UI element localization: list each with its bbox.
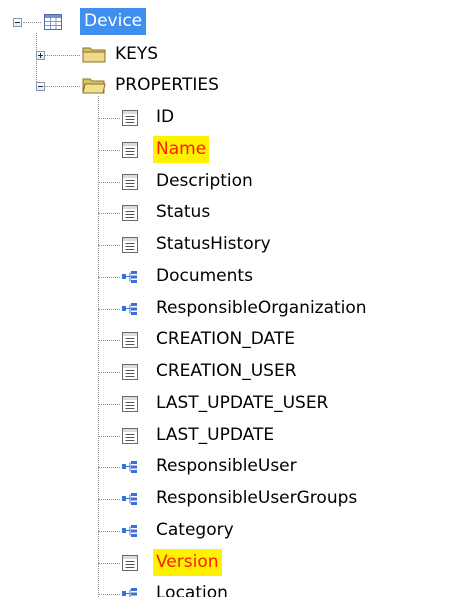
- relation-icon: [122, 271, 137, 283]
- attribute-icon: [122, 110, 138, 126]
- attribute-icon: [122, 364, 138, 380]
- tree-node-responsibleorganization[interactable]: ResponsibleOrganization: [153, 295, 370, 322]
- tree-node-last-update-user[interactable]: LAST_UPDATE_USER: [153, 390, 331, 417]
- tree-line: [98, 213, 120, 214]
- attribute-icon: [122, 205, 138, 221]
- relation-icon: [122, 588, 137, 597]
- tree-node-id[interactable]: ID: [153, 104, 177, 131]
- tree-line: [98, 563, 120, 564]
- tree-node-creation-user[interactable]: CREATION_USER: [153, 358, 300, 385]
- tree-line: [41, 55, 80, 56]
- tree-line: [98, 499, 120, 500]
- relation-icon: [122, 461, 137, 473]
- relation-icon: [122, 493, 137, 505]
- attribute-icon: [122, 428, 138, 444]
- tree-line: [98, 340, 120, 341]
- tree-node-device[interactable]: Device: [80, 8, 147, 35]
- tree-node-status[interactable]: Status: [153, 199, 213, 226]
- tree-line: [98, 309, 120, 310]
- attribute-icon: [122, 174, 138, 190]
- object-tree: Device KEYS PROPERTIES ID Name Descripti…: [0, 0, 462, 597]
- tree-node-properties[interactable]: PROPERTIES: [112, 72, 222, 99]
- attribute-icon: [122, 555, 138, 571]
- tree-node-last-update[interactable]: LAST_UPDATE: [153, 422, 277, 449]
- tree-line: [98, 404, 120, 405]
- tree-line: [98, 531, 120, 532]
- folder-icon: [82, 47, 106, 63]
- attribute-icon: [122, 237, 138, 253]
- tree-line: [23, 22, 41, 23]
- tree-line: [98, 118, 120, 119]
- relation-icon: [122, 303, 137, 315]
- collapse-toggle-device[interactable]: [13, 18, 22, 27]
- expand-toggle-keys[interactable]: [36, 51, 45, 60]
- attribute-icon: [122, 332, 138, 348]
- tree-node-version[interactable]: Version: [153, 549, 222, 576]
- tree-line: [98, 182, 120, 183]
- tree-line: [41, 86, 80, 87]
- tree-node-keys[interactable]: KEYS: [112, 41, 161, 68]
- tree-line: [98, 436, 120, 437]
- tree-line: [98, 150, 120, 151]
- attribute-icon: [122, 396, 138, 412]
- tree-line: [98, 467, 120, 468]
- collapse-toggle-properties[interactable]: [36, 82, 45, 91]
- tree-node-responsibleuser[interactable]: ResponsibleUser: [153, 453, 300, 480]
- folder-open-icon: [82, 78, 106, 94]
- tree-node-statushistory[interactable]: StatusHistory: [153, 231, 274, 258]
- tree-node-category[interactable]: Category: [153, 517, 237, 544]
- tree-node-documents[interactable]: Documents: [153, 263, 256, 290]
- tree-node-name[interactable]: Name: [153, 136, 210, 163]
- tree-line: [98, 372, 120, 373]
- attribute-icon: [122, 142, 138, 158]
- tree-line: [98, 245, 120, 246]
- table-icon: [44, 14, 62, 30]
- tree-line: [98, 594, 120, 595]
- tree-node-responsibleusergroups[interactable]: ResponsibleUserGroups: [153, 485, 360, 512]
- tree-line: [98, 277, 120, 278]
- tree-node-location[interactable]: Location: [153, 580, 231, 597]
- tree-node-creation-date[interactable]: CREATION_DATE: [153, 326, 298, 353]
- tree-line: [98, 96, 99, 597]
- relation-icon: [122, 525, 137, 537]
- tree-node-description[interactable]: Description: [153, 168, 256, 195]
